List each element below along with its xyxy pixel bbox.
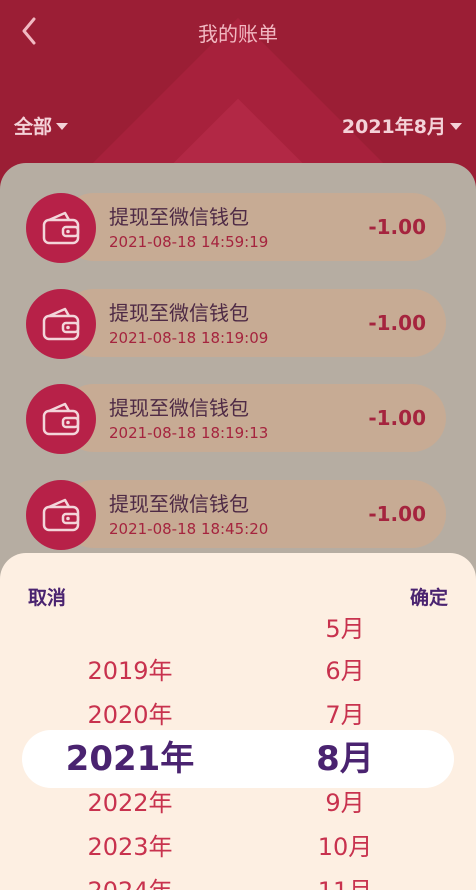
bill-time: 2021-08-18 18:19:09 [109, 329, 269, 347]
year-option-selected[interactable]: 2021年 [30, 737, 230, 781]
month-option[interactable]: 9月 [245, 781, 445, 825]
year-option[interactable]: 2020年 [30, 693, 230, 737]
bill-title: 提现至微信钱包 [109, 396, 249, 420]
year-option[interactable]: 2023年 [30, 825, 230, 869]
confirm-button[interactable]: 确定 [410, 583, 448, 610]
bill-amount: -1.00 [368, 502, 426, 526]
wallet-icon [26, 289, 96, 359]
bill-title: 提现至微信钱包 [109, 205, 249, 229]
month-option[interactable]: 6月 [245, 649, 445, 693]
bill-time: 2021-08-18 14:59:19 [109, 233, 269, 251]
cancel-button[interactable]: 取消 [28, 583, 66, 610]
bill-time: 2021-08-18 18:19:13 [109, 424, 269, 442]
wallet-icon [26, 193, 96, 263]
year-option[interactable]: 2019年 [30, 649, 230, 693]
caret-down-icon [56, 123, 69, 130]
bill-amount: -1.00 [368, 215, 426, 239]
wallet-icon [26, 384, 96, 454]
filter-all-dropdown[interactable]: 全部 [14, 112, 69, 139]
month-option[interactable]: 7月 [245, 693, 445, 737]
picker-wheels: 2019年 2020年 2021年 2022年 2023年 2024年 5月 6… [0, 615, 476, 890]
bill-title: 提现至微信钱包 [109, 492, 249, 516]
page-title: 我的账单 [198, 22, 278, 46]
list-item[interactable]: 提现至微信钱包 2021-08-18 18:19:09 -1.00 [26, 289, 446, 359]
month-option[interactable]: 10月 [245, 825, 445, 869]
filter-date-label: 2021年8月 [341, 116, 446, 138]
list-item[interactable]: 提现至微信钱包 2021-08-18 18:19:13 -1.00 [26, 384, 446, 454]
list-item[interactable]: 提现至微信钱包 2021-08-18 14:59:19 -1.00 [26, 193, 446, 263]
bill-time: 2021-08-18 18:45:20 [109, 520, 269, 538]
date-picker: 取消 确定 2019年 2020年 2021年 2022年 2023年 2024… [0, 553, 476, 890]
month-option[interactable]: 11月 [245, 869, 445, 890]
month-option[interactable]: 5月 [245, 615, 445, 651]
filter-date-dropdown[interactable]: 2021年8月 [342, 112, 462, 139]
list-item[interactable]: 提现至微信钱包 2021-08-18 18:45:20 -1.00 [26, 480, 446, 550]
caret-down-icon [450, 123, 462, 130]
bill-amount: -1.00 [368, 406, 426, 430]
filter-all-label: 全部 [14, 116, 53, 138]
year-option[interactable]: 2024年 [30, 869, 230, 890]
wallet-icon [26, 480, 96, 550]
bill-title: 提现至微信钱包 [109, 301, 249, 325]
month-option-selected[interactable]: 8月 [245, 737, 445, 781]
year-option[interactable]: 2022年 [30, 781, 230, 825]
bill-amount: -1.00 [368, 311, 426, 335]
